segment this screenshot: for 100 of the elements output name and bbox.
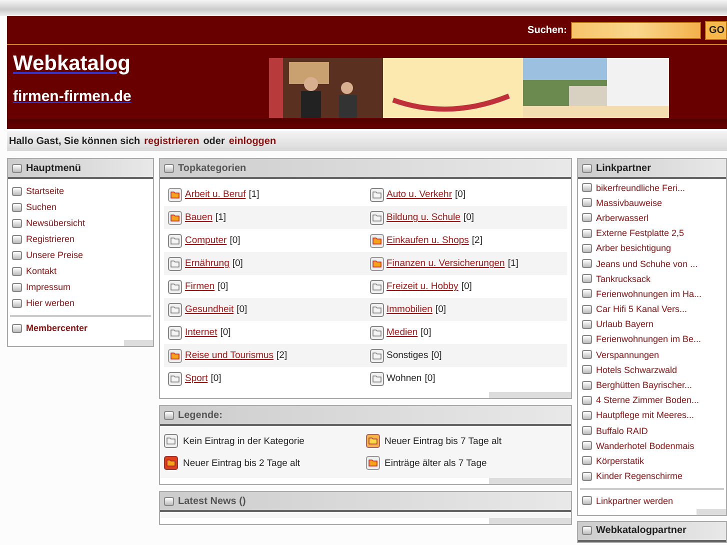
- category-link[interactable]: Firmen: [185, 281, 215, 292]
- folder-icon: [370, 348, 384, 362]
- category-link[interactable]: Finanzen u. Versicherungen: [386, 258, 505, 269]
- panel-title: Linkpartner: [596, 162, 652, 174]
- register-link[interactable]: registrieren: [144, 136, 200, 146]
- folder-icon: [168, 372, 182, 386]
- folder-icon: [168, 348, 182, 362]
- category-count: [0]: [420, 327, 432, 338]
- square-icon: [582, 350, 592, 360]
- partner-link[interactable]: bikerfreundliche Feri...: [596, 182, 686, 193]
- square-icon: [582, 259, 592, 268]
- category-name: Wohnen: [386, 373, 422, 384]
- menu-link[interactable]: Unsere Preise: [26, 250, 84, 260]
- menu-link[interactable]: Newsübersicht: [26, 218, 86, 228]
- square-icon: [582, 496, 592, 506]
- partner-link[interactable]: Jeans und Schuhe von ...: [596, 258, 698, 269]
- partner-link[interactable]: Wanderhotel Bodenmais: [596, 440, 694, 451]
- panel-title: Webkatalogpartner: [596, 525, 686, 536]
- menu-link[interactable]: Hier werben: [26, 298, 75, 308]
- square-icon: [582, 213, 592, 222]
- category-link[interactable]: Freizeit u. Hobby: [386, 281, 458, 292]
- partner-link[interactable]: Massivbauweise: [596, 198, 662, 208]
- square-icon: [12, 250, 22, 260]
- square-icon: [582, 183, 592, 192]
- partner-link[interactable]: Ferienwohnungen im Be...: [596, 334, 702, 344]
- partner-link[interactable]: Arberwasserl: [596, 212, 649, 223]
- menu-link[interactable]: Suchen: [26, 202, 57, 212]
- partner-link[interactable]: Verspannungen: [596, 350, 660, 360]
- category-link[interactable]: Gesundheit: [185, 304, 234, 315]
- partner-signup-link[interactable]: Linkpartner werden: [596, 496, 674, 506]
- panel-title: Latest News (): [178, 496, 246, 506]
- menu-link[interactable]: Impressum: [26, 282, 71, 292]
- category-link[interactable]: Computer: [185, 235, 227, 246]
- square-icon: [582, 426, 592, 436]
- go-button[interactable]: GO: [705, 20, 727, 40]
- folder-icon: [168, 234, 182, 248]
- category-link[interactable]: Arbeit u. Beruf: [185, 189, 246, 200]
- category-link[interactable]: Reise und Tourismus: [185, 350, 274, 361]
- category-count: [0]: [220, 327, 231, 338]
- square-icon: [582, 334, 592, 344]
- square-icon: [164, 164, 174, 172]
- site-title[interactable]: Webkatalog: [13, 52, 130, 76]
- category-count: [2]: [472, 235, 482, 246]
- category-link[interactable]: Medien: [386, 327, 418, 338]
- category-count: [1]: [248, 189, 260, 200]
- search-field[interactable]: [571, 22, 701, 38]
- category-count: [2]: [276, 350, 288, 361]
- menu-link[interactable]: Startseite: [26, 186, 64, 196]
- partner-link[interactable]: Kinder Regenschirme: [596, 471, 683, 482]
- legend-text: Kein Eintrag in der Kategorie: [183, 436, 304, 446]
- partner-link[interactable]: Hotels Schwarzwald: [596, 364, 678, 375]
- square-icon: [582, 396, 592, 405]
- menu-link[interactable]: Kontakt: [26, 266, 57, 276]
- category-link[interactable]: Bildung u. Schule: [386, 212, 460, 223]
- square-icon: [12, 218, 22, 228]
- partner-link[interactable]: Urlaub Bayern: [596, 319, 654, 330]
- category-count: [0]: [232, 258, 243, 269]
- category-link[interactable]: Ernährung: [185, 258, 230, 269]
- partner-link[interactable]: Berghütten Bayrischer...: [596, 380, 692, 390]
- partner-link[interactable]: Externe Festplatte 2,5: [596, 228, 684, 238]
- category-count: [1]: [508, 258, 518, 269]
- search-label: Suchen:: [528, 24, 567, 36]
- panel-title: Legende:: [178, 410, 222, 420]
- folder-icon: [366, 434, 380, 448]
- panel-title: Topkategorien: [178, 162, 246, 174]
- square-icon: [12, 298, 22, 308]
- square-icon: [582, 228, 592, 238]
- partner-link[interactable]: Arber besichtigung: [596, 243, 672, 254]
- category-count: [0]: [431, 350, 442, 361]
- partner-link[interactable]: Hautpflege mit Meeres...: [596, 410, 694, 420]
- square-icon: [582, 304, 592, 314]
- square-icon: [582, 164, 592, 172]
- square-icon: [582, 365, 592, 374]
- menu-link[interactable]: Registrieren: [26, 234, 75, 244]
- category-link[interactable]: Auto u. Verkehr: [386, 189, 452, 200]
- login-link[interactable]: einloggen: [228, 136, 276, 146]
- square-icon: [582, 472, 592, 481]
- partner-link[interactable]: 4 Sterne Zimmer Boden...: [596, 395, 700, 406]
- membercenter-link[interactable]: Membercenter: [26, 323, 88, 333]
- partner-link[interactable]: Tankrucksack: [596, 274, 651, 284]
- folder-icon: [168, 302, 182, 316]
- partner-link[interactable]: Buffalo RAID: [596, 426, 648, 436]
- folder-icon: [168, 256, 182, 270]
- folder-icon: [370, 210, 384, 224]
- category-link[interactable]: Einkaufen u. Shops: [386, 235, 469, 246]
- square-icon: [582, 244, 592, 253]
- square-icon: [12, 164, 22, 172]
- category-link[interactable]: Sport: [185, 373, 208, 384]
- partner-link[interactable]: Körperstatik: [596, 456, 644, 466]
- folder-icon: [370, 256, 384, 270]
- site-domain[interactable]: firmen-firmen.de: [13, 88, 132, 105]
- partner-link[interactable]: Car Hifi 5 Kanal Vers...: [596, 304, 688, 314]
- category-link[interactable]: Internet: [185, 327, 218, 338]
- folder-icon: [370, 234, 384, 248]
- category-link[interactable]: Immobilien: [386, 304, 432, 315]
- category-link[interactable]: Bauen: [185, 212, 212, 223]
- category-count: [0]: [218, 281, 228, 292]
- category-count: [0]: [424, 373, 436, 384]
- partner-link[interactable]: Ferienwohnungen im Ha...: [596, 288, 702, 299]
- category-count: [1]: [215, 212, 226, 223]
